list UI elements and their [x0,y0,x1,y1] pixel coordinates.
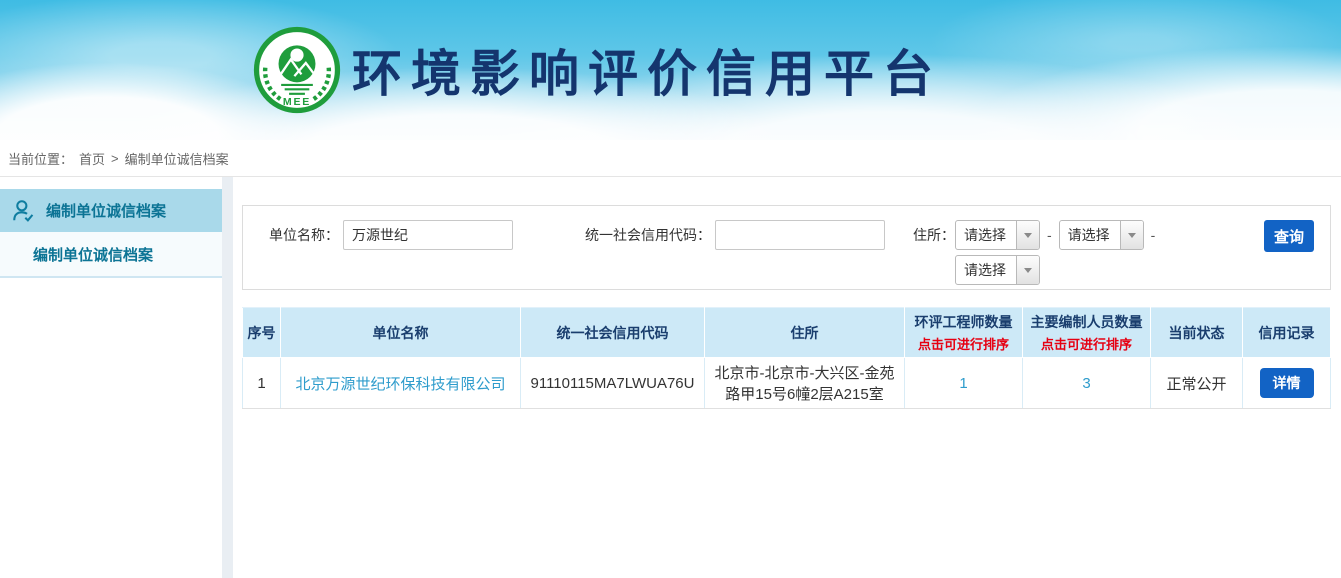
results-table: 序号 单位名称 统一社会信用代码 住所 环评工程师数量 点击可进行排序 主要编制… [242,307,1331,409]
mee-logo: MEE [253,26,341,114]
cell-status: 正常公开 [1151,358,1243,409]
sidebar: 编制单位诚信档案 编制单位诚信档案 [0,177,222,578]
breadcrumb: 当前位置： 首页 > 编制单位诚信档案 [0,140,1341,177]
col-credit-record: 信用记录 [1243,308,1331,358]
unit-name-link[interactable]: 北京万源世纪环保科技有限公司 [295,376,505,393]
col-staff-count-sortable[interactable]: 主要编制人员数量 点击可进行排序 [1023,308,1151,358]
svg-text:MEE: MEE [283,96,311,108]
breadcrumb-prefix: 当前位置： [8,149,73,168]
credit-code-input[interactable] [715,220,885,250]
dash-separator: - [1047,220,1052,250]
district-select-value: 请选择 [956,256,1016,284]
search-panel: 单位名称： 统一社会信用代码： 住所： 请选择 - 请选择 [242,205,1331,290]
unit-name-input[interactable] [343,220,513,250]
col-index: 序号 [243,308,281,358]
province-select-value: 请选择 [956,221,1016,249]
table-row: 1 北京万源世纪环保科技有限公司 91110115MA7LWUA76U 北京市-… [243,358,1331,409]
table-header-row: 序号 单位名称 统一社会信用代码 住所 环评工程师数量 点击可进行排序 主要编制… [243,308,1331,358]
col-staff-count-title: 主要编制人员数量 [1027,312,1146,332]
credit-code-label: 统一社会信用代码： [585,220,711,250]
breadcrumb-current: 编制单位诚信档案 [125,149,229,168]
site-header: MEE 环境影响评价信用平台 [0,0,1341,140]
residence-group: 住所： 请选择 - 请选择 - [913,220,1162,285]
col-address: 住所 [705,308,905,358]
col-unit-name: 单位名称 [281,308,521,358]
sort-hint: 点击可进行排序 [909,334,1018,353]
chevron-down-icon [1120,221,1143,249]
chevron-down-icon [1016,221,1039,249]
main-content: 单位名称： 统一社会信用代码： 住所： 请选择 - 请选择 [233,177,1341,578]
cell-address: 北京市-北京市-大兴区-金苑路甲15号6幢2层A215室 [705,358,905,409]
sidebar-item-unit-credit-archive[interactable]: 编制单位诚信档案 [0,189,222,232]
breadcrumb-separator: > [111,151,119,166]
user-check-icon [11,198,37,224]
col-credit-code: 统一社会信用代码 [521,308,705,358]
sidebar-item-label: 编制单位诚信档案 [46,200,166,221]
col-engineer-count-sortable[interactable]: 环评工程师数量 点击可进行排序 [905,308,1023,358]
unit-name-label: 单位名称： [269,220,339,250]
city-select[interactable]: 请选择 [1059,220,1144,250]
chevron-down-icon [1016,256,1039,284]
sidebar-subitem-label: 编制单位诚信档案 [33,244,153,265]
city-select-value: 请选择 [1060,221,1120,249]
province-select[interactable]: 请选择 [955,220,1040,250]
residence-label: 住所： [913,220,955,285]
query-button[interactable]: 查询 [1264,220,1314,252]
col-engineer-count-title: 环评工程师数量 [909,312,1018,332]
cell-credit-code: 91110115MA7LWUA76U [521,358,705,409]
col-status: 当前状态 [1151,308,1243,358]
breadcrumb-home-link[interactable]: 首页 [79,149,105,168]
cell-index: 1 [243,358,281,409]
page-title: 环境影响评价信用平台 [352,34,942,106]
detail-button[interactable]: 详情 [1260,368,1314,398]
sidebar-divider [222,177,233,578]
sort-hint: 点击可进行排序 [1027,334,1146,353]
district-select[interactable]: 请选择 [955,255,1040,285]
staff-count-link[interactable]: 3 [1082,375,1090,392]
dash-separator: - [1151,220,1156,250]
sidebar-subitem-unit-credit-archive[interactable]: 编制单位诚信档案 [0,232,222,278]
engineer-count-link[interactable]: 1 [959,375,967,392]
